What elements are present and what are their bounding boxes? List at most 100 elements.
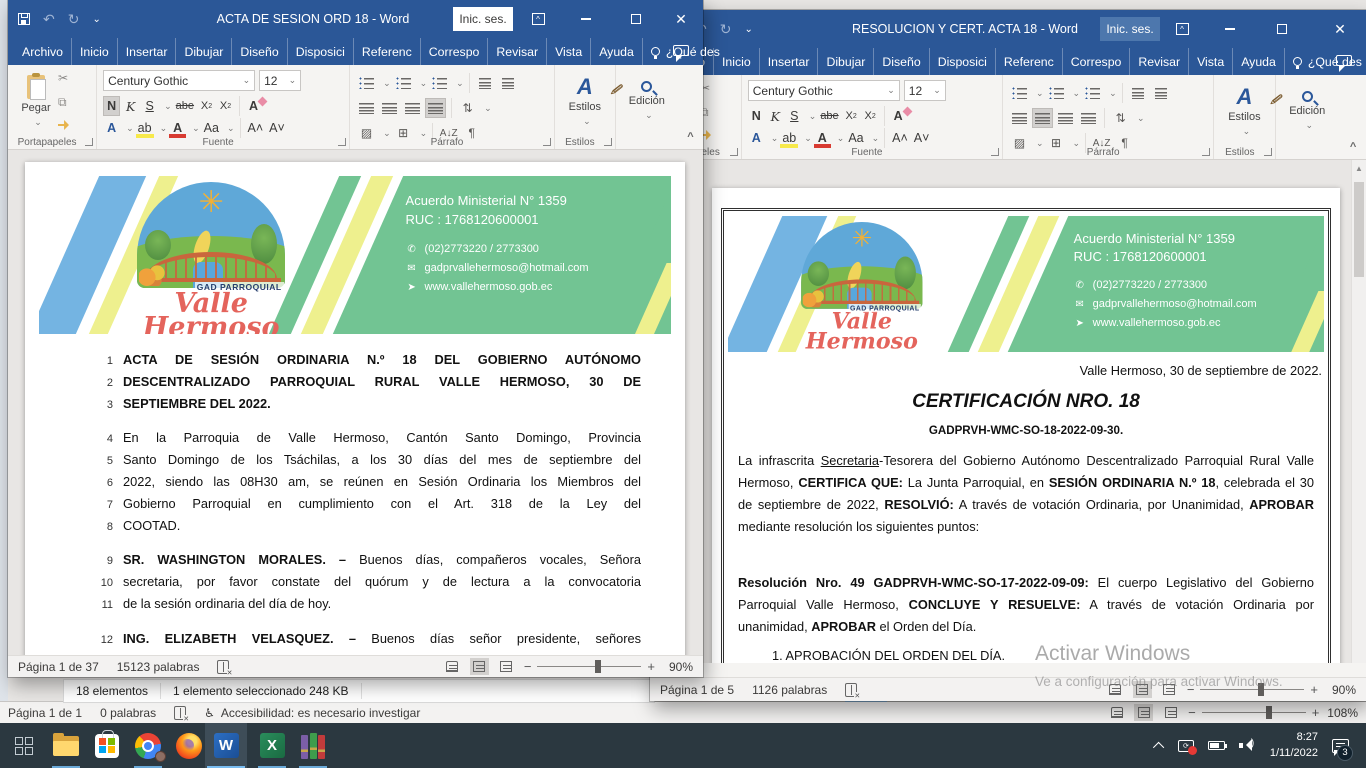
proofing-icon[interactable] <box>845 683 857 697</box>
tray-chevron-icon[interactable] <box>1153 741 1164 752</box>
ribbon-tab[interactable]: Inicio <box>72 38 118 65</box>
undo-icon[interactable]: ↶ <box>43 12 55 26</box>
word-count[interactable]: 15123 palabras <box>117 660 200 674</box>
change-case-button[interactable]: Aa <box>846 128 865 148</box>
numbering-button[interactable] <box>1046 83 1067 103</box>
ribbon-tab[interactable]: Ayuda <box>1233 48 1285 75</box>
font-color-button[interactable]: A <box>814 128 831 148</box>
taskbar-file-explorer[interactable] <box>46 723 86 768</box>
ribbon-tab[interactable]: Vista <box>547 38 591 65</box>
ribbon-tab[interactable]: Archivo <box>14 38 72 65</box>
accessibility-status[interactable]: ♿ Accesibilidad: es necesario investigar <box>204 706 420 720</box>
decrease-indent-button[interactable] <box>1128 83 1149 103</box>
zoom-level[interactable]: 90% <box>663 660 693 674</box>
italic-button[interactable]: K <box>767 106 784 126</box>
document-area-right[interactable]: ✳ GAD PARROQUIAL Valle Hermoso Acuerdo M… <box>650 160 1366 663</box>
ribbon-tab[interactable]: Insertar <box>760 48 819 75</box>
print-layout-icon[interactable] <box>1134 704 1153 721</box>
ribbon-display-options-button[interactable]: ^ <box>516 0 560 38</box>
vertical-scrollbar-thumb[interactable] <box>1354 182 1364 277</box>
ribbon-tab[interactable]: Vista <box>1189 48 1233 75</box>
text-effects-button[interactable]: A <box>103 118 120 138</box>
ribbon-tab[interactable]: Disposici <box>288 38 354 65</box>
web-layout-icon[interactable] <box>1161 704 1180 721</box>
maximize-button[interactable] <box>1260 10 1304 48</box>
highlight-button[interactable]: ab <box>780 128 798 148</box>
close-button[interactable]: ✕ <box>1318 10 1362 48</box>
decrease-indent-button[interactable] <box>475 73 496 93</box>
align-center-button[interactable] <box>1032 108 1053 128</box>
collapse-ribbon-button[interactable]: ^ <box>1340 75 1366 159</box>
sign-in-button[interactable]: Inic. ses. <box>453 7 513 31</box>
bullets-button[interactable] <box>356 73 377 93</box>
tray-display-icon[interactable]: ⟳ <box>1178 740 1194 752</box>
shrink-font-button[interactable]: A˅ <box>912 128 932 148</box>
align-right-button[interactable] <box>1055 108 1076 128</box>
align-left-button[interactable] <box>1009 108 1030 128</box>
bold-button[interactable]: N <box>748 106 765 126</box>
align-right-button[interactable] <box>402 98 423 118</box>
titlebar-left[interactable]: ↶ ↻ ⌄ ACTA DE SESION ORD 18 - Word Inic.… <box>8 0 703 38</box>
web-layout-icon[interactable] <box>497 658 516 675</box>
ribbon-tab[interactable]: Referenc <box>996 48 1063 75</box>
clipboard-dialog-launcher[interactable] <box>730 148 738 156</box>
superscript-button[interactable]: X <box>862 106 879 126</box>
font-size-select[interactable]: 12⌄ <box>904 80 946 101</box>
taskbar-firefox[interactable] <box>169 723 209 768</box>
print-layout-icon[interactable] <box>1133 681 1152 698</box>
bg-word-count[interactable]: 0 palabras <box>100 706 156 720</box>
italic-button[interactable]: K <box>122 96 139 116</box>
read-mode-icon[interactable] <box>443 658 462 675</box>
styles-dialog-launcher[interactable] <box>1264 148 1272 156</box>
multilevel-list-button[interactable] <box>1082 83 1103 103</box>
clipboard-dialog-launcher[interactable] <box>85 138 93 146</box>
styles-button[interactable]: A🖉 Estilos⌄ <box>1220 80 1268 142</box>
tell-me-box[interactable]: ¿Qué des <box>1285 48 1366 75</box>
underline-button[interactable]: S <box>141 96 158 116</box>
numbering-button[interactable] <box>393 73 414 93</box>
ribbon-display-options-button[interactable]: ^ <box>1160 10 1204 48</box>
change-case-button[interactable]: Aa <box>202 118 221 138</box>
paste-button[interactable]: Pegar⌄ <box>14 70 58 132</box>
qat-customize-icon[interactable]: ⌄ <box>744 24 752 35</box>
ribbon-tab[interactable]: Insertar <box>118 38 177 65</box>
grow-font-button[interactable]: A˄ <box>890 128 910 148</box>
font-size-select[interactable]: 12⌄ <box>259 70 301 91</box>
minimize-button[interactable] <box>564 0 608 38</box>
ribbon-tab[interactable]: Referenc <box>354 38 421 65</box>
clock[interactable]: 8:27 1/11/2022 <box>1270 730 1318 762</box>
read-mode-icon[interactable] <box>1107 704 1126 721</box>
save-icon[interactable] <box>18 13 30 25</box>
action-center[interactable]: 3 <box>1332 729 1356 763</box>
zoom-control[interactable]: − + <box>1188 705 1319 720</box>
sign-in-button[interactable]: Inic. ses. <box>1100 17 1160 41</box>
document-page-right[interactable]: ✳ GAD PARROQUIAL Valle Hermoso Acuerdo M… <box>712 188 1340 663</box>
collapse-ribbon-button[interactable]: ^ <box>678 65 703 149</box>
bold-button[interactable]: N <box>103 96 120 116</box>
multilevel-list-button[interactable] <box>429 73 450 93</box>
minimize-button[interactable] <box>1208 10 1252 48</box>
page-indicator[interactable]: Página 1 de 37 <box>18 660 99 674</box>
increase-indent-button[interactable] <box>1151 83 1172 103</box>
titlebar-right[interactable]: ↶ ↻ ⌄ RESOLUCION Y CERT. ACTA 18 - Word … <box>650 10 1366 48</box>
taskbar-winrar[interactable] <box>293 723 333 768</box>
volume-icon[interactable]: ) <box>1239 739 1256 752</box>
align-left-button[interactable] <box>356 98 377 118</box>
print-layout-icon[interactable] <box>470 658 489 675</box>
qat-customize-icon[interactable]: ⌄ <box>92 14 100 25</box>
subscript-button[interactable]: X <box>198 96 215 116</box>
paragraph-dialog-launcher[interactable] <box>543 138 551 146</box>
subscript-button[interactable]: X <box>843 106 860 126</box>
text-effects-button[interactable]: A <box>748 128 765 148</box>
underline-button[interactable]: S <box>786 106 803 126</box>
ribbon-tab[interactable]: Ayuda <box>591 38 643 65</box>
ribbon-tab[interactable]: Diseño <box>232 38 287 65</box>
highlight-button[interactable]: ab <box>136 118 154 138</box>
font-name-select[interactable]: Century Gothic⌄ <box>748 80 900 101</box>
font-dialog-launcher[interactable] <box>338 138 346 146</box>
redo-icon[interactable]: ↻ <box>720 22 732 36</box>
ribbon-tab[interactable]: Correspo <box>421 38 489 65</box>
close-button[interactable]: ✕ <box>659 0 703 38</box>
justify-button[interactable] <box>1078 108 1099 128</box>
styles-button[interactable]: A🖉 Estilos⌄ <box>561 70 609 132</box>
